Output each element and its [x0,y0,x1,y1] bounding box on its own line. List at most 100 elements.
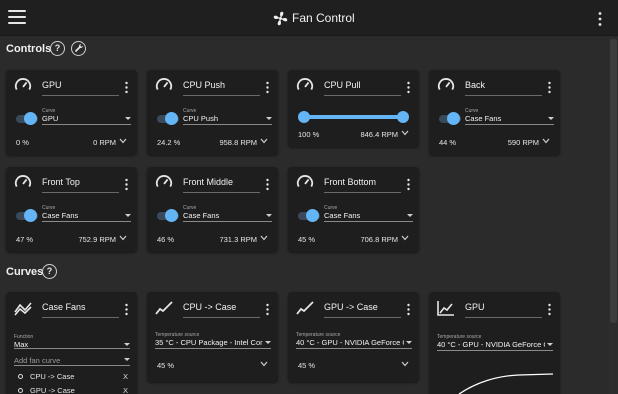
dropdown-caret-icon [125,214,131,217]
more-vert-icon[interactable] [124,81,129,94]
more-vert-icon[interactable] [597,11,603,27]
slider-max-handle[interactable] [397,111,409,123]
curve-select[interactable]: Curve Case Fans [324,205,413,222]
temperature-source-select[interactable]: Temperature source 35 °C - CPU Package - … [155,332,271,349]
rpm-readout: 752.9 RPM [78,235,116,244]
more-vert-icon[interactable] [547,303,552,316]
curves-heading: Curves [6,266,44,278]
chevron-down-icon[interactable] [260,235,268,241]
temperature-source-select[interactable]: Temperature source 40 °C - GPU - NVIDIA G… [437,334,553,351]
scrollbar-thumb[interactable] [610,39,617,323]
curve-select[interactable]: Curve Case Fans [183,205,272,222]
more-vert-icon[interactable] [265,81,270,94]
more-vert-icon[interactable] [265,178,270,191]
curve-name[interactable]: GPU -> Case [324,302,378,312]
chevron-down-icon[interactable] [401,361,409,367]
rpm-readout: 0 RPM [93,138,116,147]
control-name[interactable]: Back [465,80,485,90]
add-fan-curve-select[interactable]: Add fan curve [14,352,130,366]
auto-toggle[interactable] [16,209,38,222]
curve-percent: 45 % [157,361,175,370]
remove-curve-button[interactable]: X [123,372,128,381]
curve-name[interactable]: GPU [465,302,485,312]
rpm-readout: 958.8 RPM [219,138,257,147]
gauge-icon [296,78,314,91]
curve-chip: CPU -> Case X [16,371,132,383]
control-name[interactable]: Front Top [42,177,80,187]
controls-help-button[interactable]: ? [50,41,65,56]
curve-value: Case Fans [183,211,220,220]
control-name[interactable]: Front Middle [183,177,233,187]
remove-curve-button[interactable]: X [123,386,128,394]
manual-speed-slider[interactable] [298,111,409,123]
rpm-readout: 731.3 RPM [219,235,257,244]
chevron-down-icon[interactable] [260,138,268,144]
control-card-front-top: Front Top Curve Case Fans 47 % 752.9 RPM [6,167,137,252]
control-name[interactable]: GPU [42,80,62,90]
chevron-down-icon[interactable] [401,130,409,136]
control-name[interactable]: CPU Pull [324,80,361,90]
dropdown-caret-icon [124,343,130,346]
curve-chip: GPU -> Case X [16,385,132,394]
speed-percent: 0 % [16,138,29,147]
more-vert-icon[interactable] [124,178,129,191]
add-fan-curve-placeholder: Add fan curve [14,356,61,365]
curve-card-gpu-case: GPU -> Case Temperature source 40 °C - GP… [288,292,419,382]
function-value: Max [14,340,29,349]
temperature-source-value: 40 °C - GPU - NVIDIA GeForce GTX [296,338,404,347]
auto-toggle[interactable] [439,112,461,125]
menu-icon[interactable] [8,10,26,24]
control-name[interactable]: CPU Push [183,80,225,90]
chevron-down-icon[interactable] [401,235,409,241]
slider-min-handle[interactable] [298,111,310,123]
bullet-icon [18,374,23,379]
curve-name[interactable]: Case Fans [42,302,86,312]
dropdown-caret-icon [266,214,272,217]
curve-card-cpu-case: CPU -> Case Temperature source 35 °C - CP… [147,292,278,382]
more-vert-icon[interactable] [406,303,411,316]
curve-select[interactable]: Curve Case Fans [465,108,554,125]
chevron-down-icon[interactable] [260,361,268,367]
gauge-icon [14,78,32,91]
controls-settings-button[interactable] [71,41,86,56]
curve-name[interactable]: CPU -> Case [183,302,236,312]
speed-percent: 100 % [298,130,320,139]
vertical-scrollbar[interactable] [609,37,618,394]
curves-help-button[interactable]: ? [42,264,57,279]
curve-percent: 45 % [298,361,316,370]
auto-toggle[interactable] [157,209,179,222]
more-vert-icon[interactable] [406,81,411,94]
chevron-down-icon[interactable] [119,138,127,144]
speed-percent: 46 % [157,235,175,244]
gauge-icon [296,175,314,188]
control-card-cpu-push: CPU Push Curve CPU Push 24.2 % 958.8 RPM [147,70,278,155]
speed-percent: 44 % [439,138,457,147]
curve-select[interactable]: Curve Case Fans [42,205,131,222]
curve-select[interactable]: Curve GPU [42,108,131,125]
dropdown-caret-icon [548,117,554,120]
gauge-icon [155,175,173,188]
curve-card-gpu: GPU Temperature source 40 °C - GPU - NVID… [429,292,560,394]
auto-toggle[interactable] [298,209,320,222]
curve-value: CPU Push [183,114,219,123]
curve-select[interactable]: Curve CPU Push [183,108,272,125]
controls-heading: Controls [6,43,52,55]
temperature-source-select[interactable]: Temperature source 40 °C - GPU - NVIDIA G… [296,332,412,349]
chevron-down-icon[interactable] [542,138,550,144]
speed-percent: 47 % [16,235,34,244]
speed-percent: 45 % [298,235,316,244]
more-vert-icon[interactable] [547,81,552,94]
top-app-bar: Fan Control [0,0,618,36]
chevron-down-icon[interactable] [119,235,127,241]
more-vert-icon[interactable] [406,178,411,191]
control-card-back: Back Curve Case Fans 44 % 590 RPM [429,70,560,155]
auto-toggle[interactable] [157,112,179,125]
more-vert-icon[interactable] [124,303,129,316]
control-name[interactable]: Front Bottom [324,177,376,187]
curve-graph[interactable] [439,366,553,394]
more-vert-icon[interactable] [265,303,270,316]
function-select[interactable]: Function Max [14,334,130,349]
control-card-front-bottom: Front Bottom Curve Case Fans 45 % 706.8 R… [288,167,419,252]
auto-toggle[interactable] [16,112,38,125]
bullet-icon [18,388,23,393]
